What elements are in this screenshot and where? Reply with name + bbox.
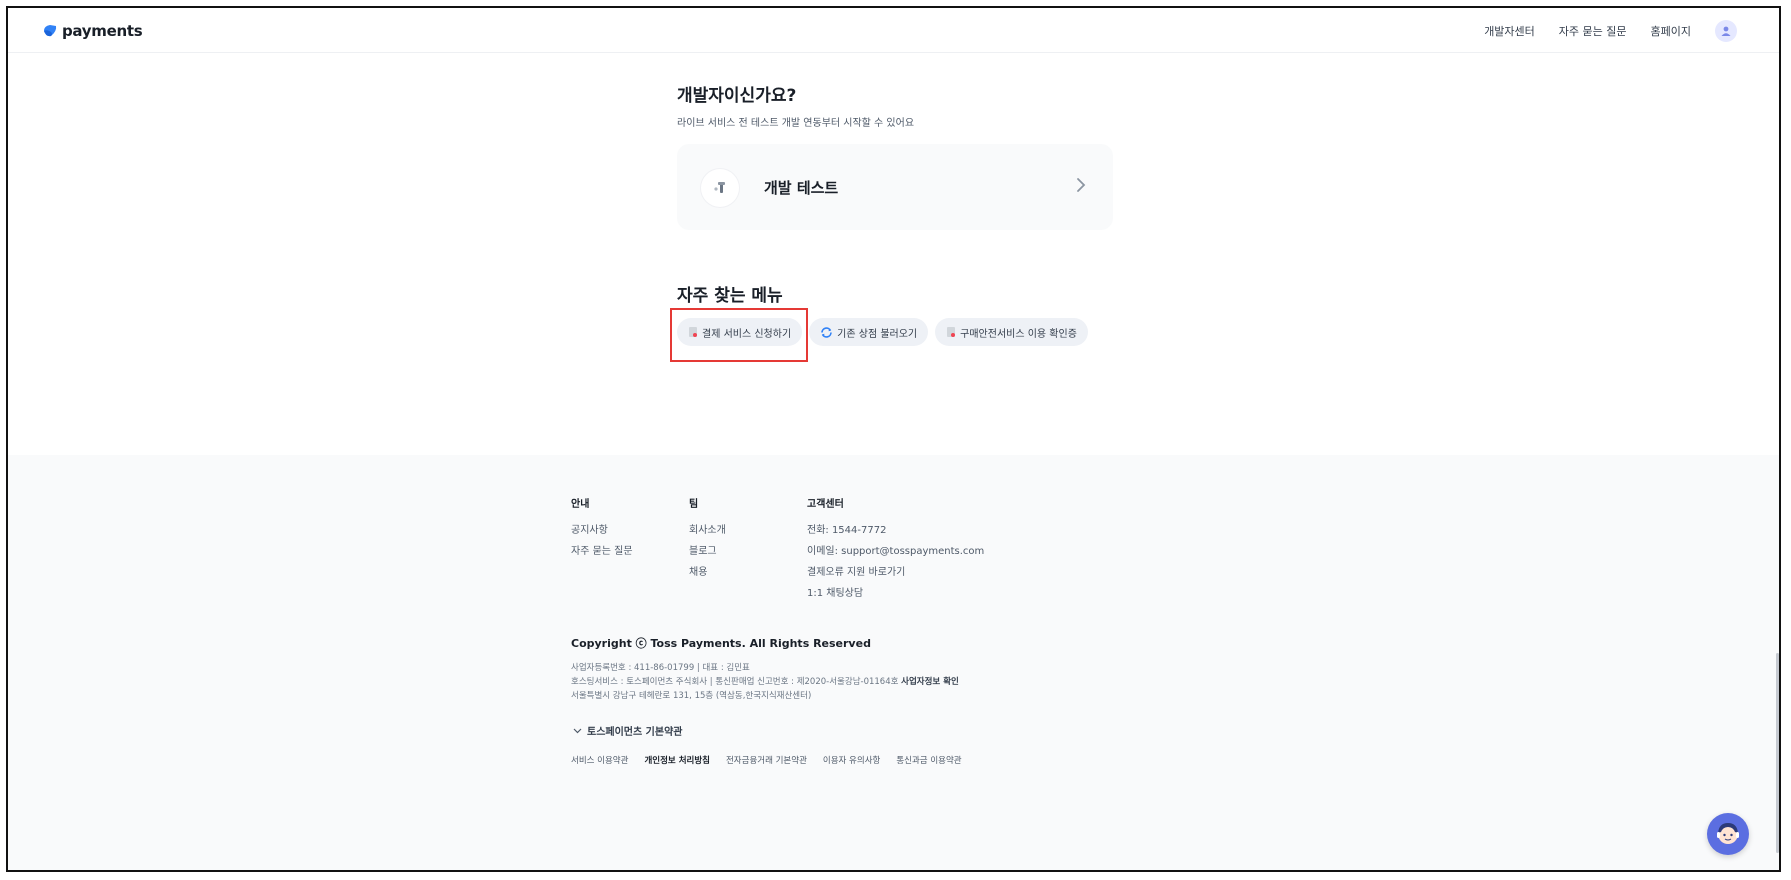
document-icon <box>947 327 956 337</box>
browser-frame: payments 개발자센터 자주 묻는 질문 홈페이지 개발자이신가요? 라이… <box>6 6 1781 872</box>
footer-link-email[interactable]: 이메일: support@tosspayments.com <box>807 541 984 562</box>
legal-line: 사업자등록번호 : 411-86-01799 | 대표 : 김민표 <box>571 663 750 673</box>
terms-service[interactable]: 서비스 이용약관 <box>571 754 628 766</box>
footer-link-company[interactable]: 회사소개 <box>689 520 726 541</box>
developer-title: 개발자이신가요? <box>677 86 797 106</box>
nav-developer-center[interactable]: 개발자센터 <box>1484 23 1535 39</box>
pin-icon <box>701 169 739 207</box>
nav-faq[interactable]: 자주 묻는 질문 <box>1559 23 1627 39</box>
user-icon <box>1721 26 1731 36</box>
legal-info: 사업자등록번호 : 411-86-01799 | 대표 : 김민표 호스팅서비스… <box>571 661 959 703</box>
terms-e-finance[interactable]: 전자금융거래 기본약관 <box>726 754 807 766</box>
footer-col-support: 고객센터 전화: 1544-7772 이메일: support@tosspaym… <box>807 495 984 604</box>
toss-logo-icon <box>44 25 57 37</box>
refresh-icon <box>821 326 832 338</box>
footer-link-careers[interactable]: 채용 <box>689 562 726 583</box>
business-info-link[interactable]: 사업자정보 확인 <box>901 677 959 687</box>
footer-link-phone[interactable]: 전화: 1544-7772 <box>807 520 984 541</box>
legal-line-text: 호스팅서비스 : 토스페이먼츠 주식회사 | 통신판매업 신고번호 : 제202… <box>571 677 899 687</box>
copyright: Copyright ⓒ Toss Payments. All Rights Re… <box>571 637 871 650</box>
chat-agent-icon <box>1717 823 1739 844</box>
terms-billing[interactable]: 통신과금 이용약관 <box>896 754 961 766</box>
document-icon <box>689 327 697 337</box>
footer-col-info: 안내 공지사항 자주 묻는 질문 <box>571 495 633 562</box>
footer-link-faq[interactable]: 자주 묻는 질문 <box>571 541 633 562</box>
scrollbar[interactable] <box>1776 653 1779 853</box>
top-nav: 개발자센터 자주 묻는 질문 홈페이지 <box>1484 20 1737 42</box>
footer-link-chat[interactable]: 1:1 채팅상담 <box>807 583 984 604</box>
footer-link-notice[interactable]: 공지사항 <box>571 520 633 541</box>
developer-subtitle: 라이브 서비스 전 테스트 개발 연동부터 시작할 수 있어요 <box>677 118 915 129</box>
footer-col-title: 고객센터 <box>807 499 844 510</box>
avatar[interactable] <box>1715 20 1737 42</box>
terms-toggle[interactable]: 토스페이먼츠 기본약관 <box>573 723 682 738</box>
chevron-down-icon <box>573 728 582 733</box>
chip-load-existing-store[interactable]: 기존 상점 불러오기 <box>809 318 929 346</box>
dev-test-card[interactable]: 개발 테스트 <box>677 144 1113 230</box>
terms-links: 서비스 이용약관 개인정보 처리방침 전자금융거래 기본약관 이용자 유의사항 … <box>571 754 962 766</box>
logo-text: payments <box>62 22 143 40</box>
chevron-right-icon <box>1077 178 1086 192</box>
footer-link-blog[interactable]: 블로그 <box>689 541 726 562</box>
logo[interactable]: payments <box>42 22 143 40</box>
chip-label: 결제 서비스 신청하기 <box>702 328 792 340</box>
terms-user-notice[interactable]: 이용자 유의사항 <box>823 754 880 766</box>
chip-apply-payment-service[interactable]: 결제 서비스 신청하기 <box>677 318 803 346</box>
chip-label: 기존 상점 불러오기 <box>837 328 918 340</box>
nav-homepage[interactable]: 홈페이지 <box>1651 23 1691 39</box>
legal-line: 호스팅서비스 : 토스페이먼츠 주식회사 | 통신판매업 신고번호 : 제202… <box>571 675 959 689</box>
footer-col-title: 안내 <box>571 499 590 510</box>
footer: 안내 공지사항 자주 묻는 질문 팀 회사소개 블로그 채용 고객센터 전화: … <box>8 455 1779 870</box>
terms-toggle-label: 토스페이먼츠 기본약관 <box>587 727 683 738</box>
footer-link-payment-error[interactable]: 결제오류 지원 바로가기 <box>807 562 984 583</box>
footer-col-title: 팀 <box>689 499 699 510</box>
footer-col-team: 팀 회사소개 블로그 채용 <box>689 495 726 583</box>
frequent-menu-title: 자주 찾는 메뉴 <box>677 286 783 306</box>
frequent-menu-chips: 결제 서비스 신청하기 기존 상점 불러오기 구매안전서비스 이용 확인증 <box>677 318 1088 346</box>
chat-support-button[interactable] <box>1707 813 1749 855</box>
terms-privacy[interactable]: 개인정보 처리방침 <box>644 754 710 766</box>
dev-test-label: 개발 테스트 <box>764 179 839 197</box>
top-header: payments 개발자센터 자주 묻는 질문 홈페이지 <box>8 8 1779 53</box>
chip-safe-purchase-certificate[interactable]: 구매안전서비스 이용 확인증 <box>935 318 1088 346</box>
chip-label: 구매안전서비스 이용 확인증 <box>960 328 1077 340</box>
legal-line: 서울특별시 강남구 테헤란로 131, 15층 (역삼동,한국지식재산센터) <box>571 691 812 701</box>
